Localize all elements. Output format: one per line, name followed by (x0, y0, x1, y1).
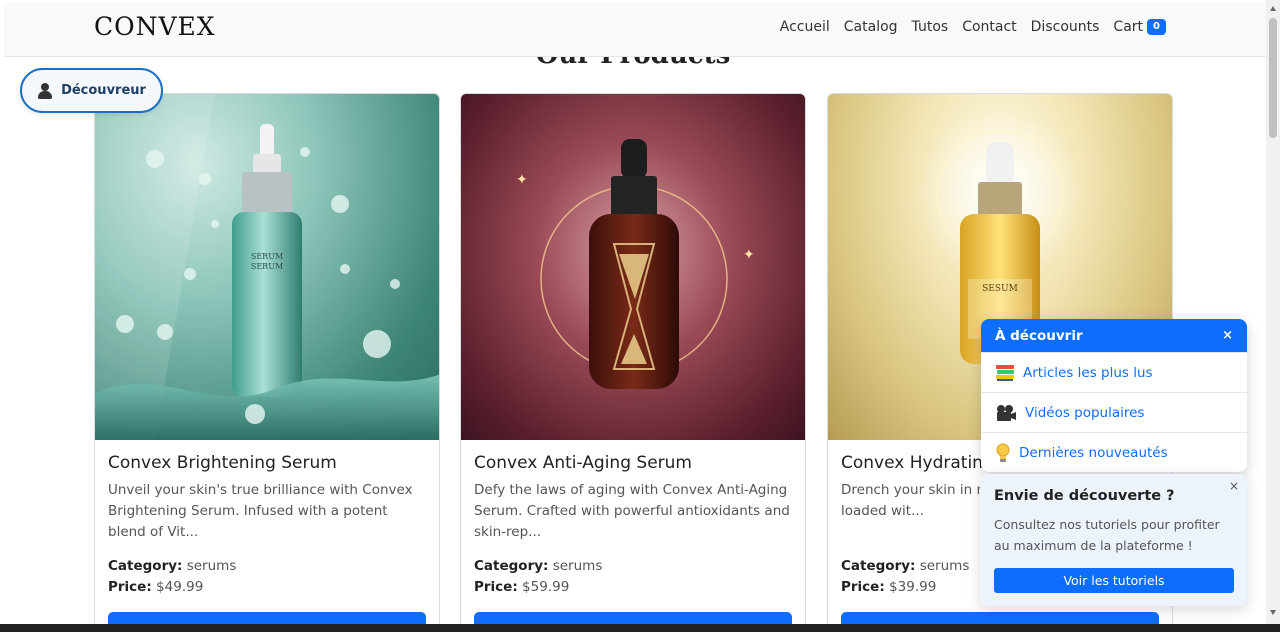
decouvreur-button[interactable]: Découvreur (20, 68, 163, 113)
product-name[interactable]: Convex Anti-Aging Serum (474, 453, 692, 473)
product-card-brightening[interactable]: SERUM SERUM Convex Brightening Serum Unv… (94, 93, 440, 632)
cart-count-badge: 0 (1147, 19, 1166, 35)
view-tutorials-button[interactable]: Voir les tutoriels (994, 568, 1234, 593)
discover-item-videos[interactable]: Vidéos populaires (981, 392, 1247, 432)
close-icon[interactable]: × (1222, 328, 1233, 343)
discover-item-label: Dernières nouveautés (1019, 444, 1168, 461)
nav-contact[interactable]: Contact (962, 19, 1016, 35)
serum-bottle-hourglass-image: ✦ ✦ (516, 139, 755, 389)
decouvreur-label: Découvreur (61, 83, 146, 98)
lightbulb-icon (996, 443, 1010, 462)
nav-catalog[interactable]: Catalog (844, 19, 898, 35)
tutorial-prompt-text: Consultez nos tutoriels pour profiter au… (994, 517, 1220, 553)
tutorial-prompt-title: Envie de découverte ? (994, 488, 1175, 504)
product-image-anti-aging[interactable]: ✦ ✦ (461, 94, 805, 440)
product-price: Price: $59.99 (474, 579, 570, 595)
svg-text:✦: ✦ (743, 247, 755, 263)
bottle-label-text: SESUM (982, 284, 1018, 294)
scroll-up-arrow-icon[interactable] (1270, 6, 1276, 11)
product-name[interactable]: Convex Brightening Serum (108, 453, 337, 473)
nav-cart[interactable]: Cart 0 (1113, 19, 1166, 35)
discover-panel-title: À découvrir (995, 327, 1083, 344)
navbar: CONVEX Accueil Catalog Tutos Contact Dis… (4, 2, 1266, 57)
product-image-brightening[interactable]: SERUM SERUM (95, 94, 439, 440)
person-icon (37, 82, 53, 99)
discover-panel-header: À découvrir × (981, 319, 1247, 352)
product-price: Price: $49.99 (108, 579, 204, 595)
os-taskbar (0, 624, 1280, 632)
brand-logo[interactable]: CONVEX (94, 12, 216, 41)
cart-label: Cart (1113, 19, 1144, 35)
nav-accueil[interactable]: Accueil (780, 19, 830, 35)
nav-tutos[interactable]: Tutos (912, 19, 949, 35)
film-camera-icon (997, 404, 1016, 421)
nav-discounts[interactable]: Discounts (1031, 19, 1100, 35)
page: Our Products CONVEX Accueil Catalog Tuto… (0, 0, 1280, 632)
product-description: Defy the laws of aging with Convex Anti-… (474, 482, 790, 540)
product-category: Category: serums (108, 558, 237, 574)
discover-item-label: Vidéos populaires (1025, 404, 1145, 421)
close-icon[interactable]: × (1229, 479, 1239, 493)
svg-text:SERUM: SERUM (251, 262, 283, 271)
tutorial-prompt-card: × Envie de découverte ? Consultez nos tu… (980, 474, 1247, 606)
svg-text:✦: ✦ (516, 172, 528, 188)
bottle-label-text: SERUM (251, 252, 283, 261)
books-icon (996, 364, 1014, 381)
product-price: Price: $39.99 (841, 579, 937, 595)
discover-item-label: Articles les plus lus (1023, 364, 1153, 381)
product-category: Category: serums (841, 558, 970, 574)
product-category: Category: serums (474, 558, 603, 574)
product-description: Unveil your skin's true brilliance with … (108, 482, 413, 540)
nav-menu: Accueil Catalog Tutos Contact Discounts … (780, 19, 1166, 35)
discover-item-articles[interactable]: Articles les plus lus (981, 352, 1247, 392)
serum-bottle-teal-image: SERUM SERUM (95, 94, 439, 440)
scroll-down-arrow-icon[interactable] (1270, 610, 1276, 615)
vertical-scrollbar[interactable] (1266, 0, 1280, 632)
scrollbar-thumb[interactable] (1269, 18, 1277, 138)
discover-panel: À découvrir × Articles les plus lus Vidé… (981, 319, 1247, 472)
discover-item-nouveautes[interactable]: Dernières nouveautés (981, 432, 1247, 472)
product-name[interactable]: Convex Hydrating (841, 453, 994, 473)
product-card-anti-aging[interactable]: ✦ ✦ Convex Anti-Aging Serum Defy the law… (460, 93, 806, 632)
